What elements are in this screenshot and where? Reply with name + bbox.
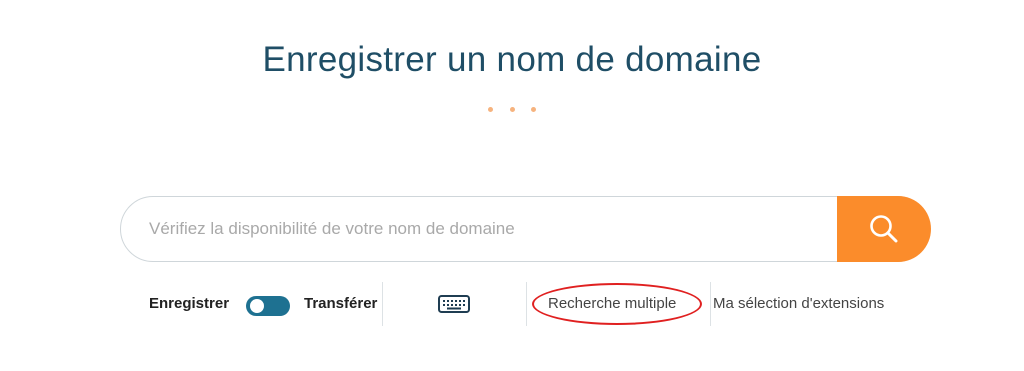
divider	[382, 282, 383, 326]
search-button[interactable]	[837, 196, 931, 262]
divider	[526, 282, 527, 326]
dot	[509, 107, 515, 112]
toggle-knob	[250, 299, 264, 313]
register-label[interactable]: Enregistrer	[149, 292, 229, 316]
decorative-dots	[0, 99, 1024, 117]
dot	[530, 107, 536, 112]
divider	[710, 282, 711, 326]
transfer-label[interactable]: Transférer	[304, 292, 377, 316]
dot	[488, 107, 494, 112]
domain-search-input[interactable]	[121, 197, 837, 261]
virtual-keyboard-button[interactable]	[438, 295, 470, 313]
register-transfer-toggle[interactable]	[246, 296, 290, 316]
keyboard-icon	[438, 295, 470, 313]
domain-search-bar	[120, 196, 931, 262]
extensions-selection-link[interactable]: Ma sélection d'extensions	[713, 292, 884, 316]
page-title: Enregistrer un nom de domaine	[262, 40, 762, 79]
multiple-search-link[interactable]: Recherche multiple	[548, 292, 676, 316]
search-icon	[870, 215, 898, 243]
